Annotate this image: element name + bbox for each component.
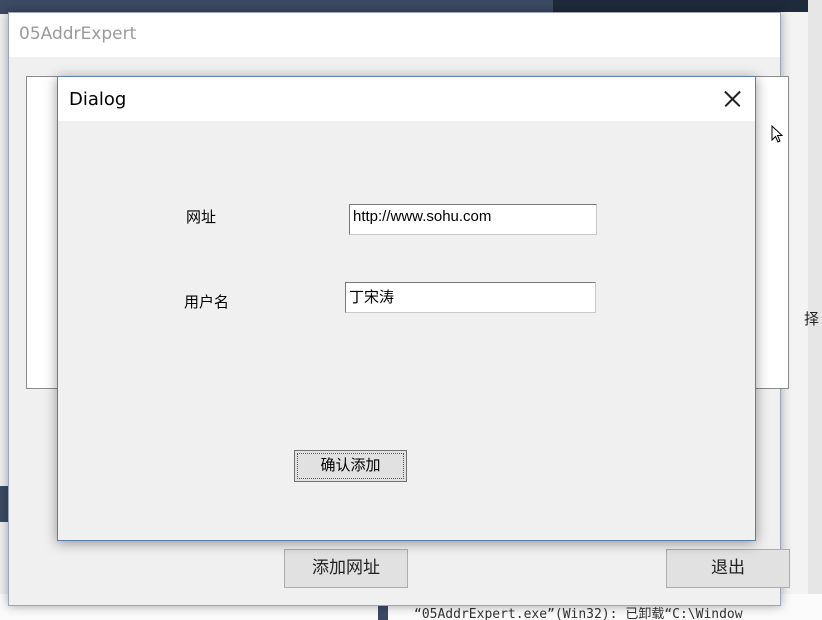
main-window-titlebar[interactable]: 05AddrExpert — [9, 13, 780, 57]
username-label: 用户名 — [184, 293, 230, 311]
ide-left-bar — [0, 486, 8, 522]
ide-right-text-fragment: 择 — [804, 310, 820, 328]
url-label: 网址 — [186, 208, 217, 226]
dialog-title: Dialog — [69, 89, 127, 110]
exit-button[interactable]: 退出 — [666, 549, 790, 588]
confirm-add-button[interactable]: 确认添加 — [294, 450, 407, 482]
url-input[interactable]: http://www.sohu.com — [349, 204, 597, 235]
ide-panel-header-fragment — [553, 0, 822, 12]
mouse-cursor-icon — [771, 125, 783, 143]
close-icon[interactable] — [709, 81, 753, 117]
username-input[interactable]: 丁宋涛 — [345, 282, 596, 313]
focus-rect — [297, 453, 404, 479]
main-window-title: 05AddrExpert — [19, 24, 137, 44]
add-url-button[interactable]: 添加网址 — [284, 549, 408, 588]
dialog-titlebar[interactable]: Dialog — [58, 77, 755, 121]
add-url-dialog: Dialog 网址 http://www.sohu.com 用户名 丁宋涛 确认… — [57, 76, 756, 541]
